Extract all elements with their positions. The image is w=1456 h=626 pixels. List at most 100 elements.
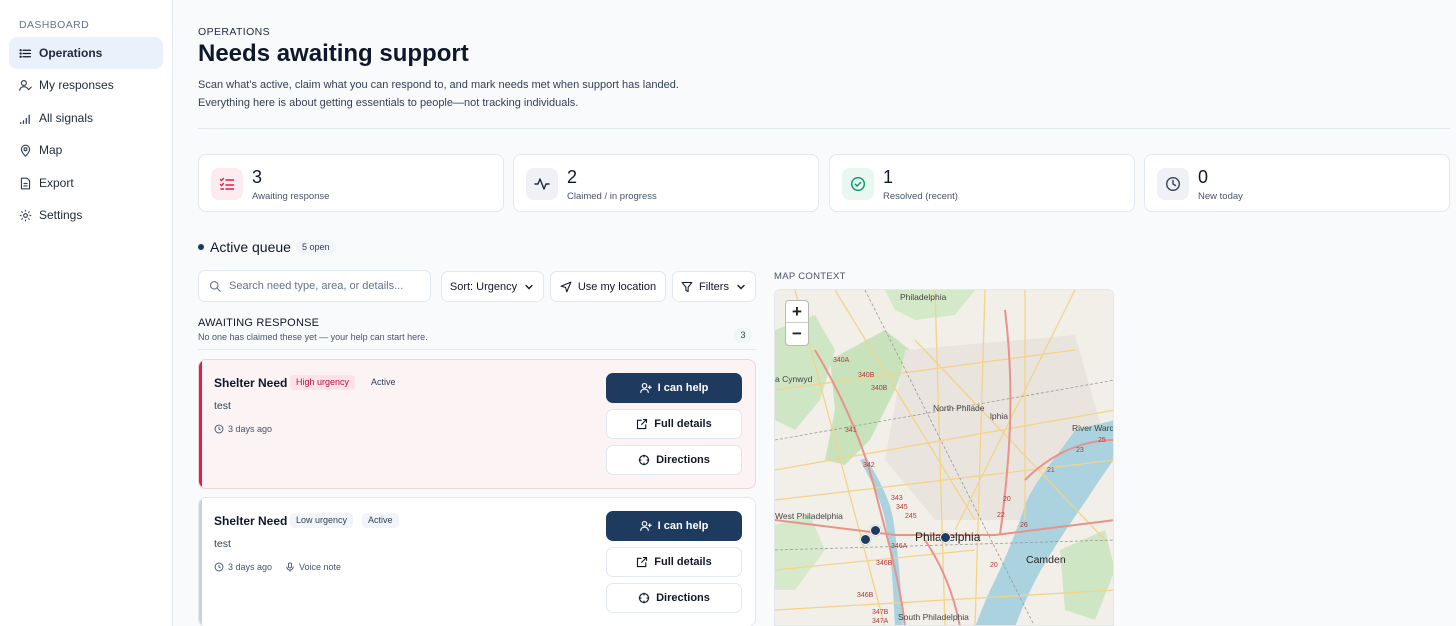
directions-label: Directions <box>656 592 710 604</box>
status-badge: Active <box>362 513 399 528</box>
stat-card-new-today: 0 New today <box>1144 154 1450 212</box>
sidebar-item-label: Export <box>39 176 74 190</box>
map-place-label: a Cynwyd <box>775 374 813 384</box>
need-title: Shelter Need <box>214 514 288 528</box>
map-zoom-control: + − <box>785 300 809 346</box>
section-subtitle: No one has claimed these yet — your help… <box>198 332 428 342</box>
directions-label: Directions <box>656 454 710 466</box>
directions-button[interactable]: Directions <box>606 445 742 475</box>
map-marker[interactable] <box>860 534 871 545</box>
page-subtitle: Scan what's active, claim what you can r… <box>198 76 798 112</box>
i-can-help-label: I can help <box>657 520 709 532</box>
check-circle-icon <box>842 168 874 200</box>
user-plus-icon <box>639 520 652 532</box>
sidebar: DASHBOARD Operations My responses All si… <box>0 0 173 626</box>
search-input[interactable] <box>229 280 419 292</box>
sidebar-item-settings[interactable]: Settings <box>9 199 163 231</box>
route-label: 20 <box>990 562 998 569</box>
activity-icon <box>526 168 558 200</box>
stat-label: Resolved (recent) <box>883 191 958 202</box>
external-link-icon <box>637 556 648 568</box>
urgency-accent-bar <box>199 498 202 626</box>
stat-label: Awaiting response <box>252 191 330 202</box>
i-can-help-label: I can help <box>657 382 709 394</box>
need-description: test <box>214 538 231 550</box>
chevron-down-icon <box>525 284 533 289</box>
sidebar-item-map[interactable]: Map <box>9 134 163 166</box>
map-context-label: MAP CONTEXT <box>774 271 846 282</box>
map-place-label: Philadelphia <box>900 292 947 302</box>
microphone-icon <box>286 562 294 572</box>
filter-icon <box>681 281 693 292</box>
document-icon <box>20 177 31 189</box>
i-can-help-button[interactable]: I can help <box>606 511 742 541</box>
urgency-badge: High urgency <box>290 375 356 390</box>
sidebar-item-label: Operations <box>39 46 103 60</box>
route-label: 245 <box>905 513 917 520</box>
stat-card-awaiting: 3 Awaiting response <box>198 154 504 212</box>
stat-value: 2 <box>567 167 578 187</box>
full-details-label: Full details <box>654 556 712 568</box>
search-icon <box>209 280 221 292</box>
route-label: 345 <box>896 504 908 511</box>
crosshair-icon <box>638 454 650 466</box>
map-place-label: Camden <box>1026 554 1066 566</box>
header-divider <box>198 128 1450 129</box>
i-can-help-button[interactable]: I can help <box>606 373 742 403</box>
section-count-badge: 3 <box>734 328 752 343</box>
route-label: 25 <box>1098 437 1106 444</box>
route-label: 26 <box>1020 522 1028 529</box>
search-box[interactable] <box>198 270 431 302</box>
stat-label: New today <box>1198 191 1243 202</box>
need-card[interactable]: Shelter Need High urgency Active test 3 … <box>198 359 756 489</box>
need-time: 3 days ago <box>214 562 272 572</box>
sidebar-section-label: DASHBOARD <box>19 19 90 31</box>
status-badge: Active <box>371 377 396 387</box>
user-plus-icon <box>639 382 652 394</box>
full-details-button[interactable]: Full details <box>606 547 742 577</box>
voice-note-label: Voice note <box>299 562 342 572</box>
signal-bars-icon <box>19 114 30 124</box>
sidebar-item-operations[interactable]: Operations <box>9 37 163 69</box>
external-link-icon <box>637 418 648 430</box>
map-marker[interactable] <box>870 525 881 536</box>
user-check-icon <box>19 79 32 91</box>
section-title: AWAITING RESPONSE <box>198 317 320 329</box>
zoom-in-button[interactable]: + <box>786 301 808 323</box>
use-my-location-button[interactable]: Use my location <box>550 271 666 302</box>
route-label: 342 <box>863 462 875 469</box>
route-label: 21 <box>1047 467 1055 474</box>
zoom-out-button[interactable]: − <box>786 323 808 345</box>
stat-card-resolved: 1 Resolved (recent) <box>829 154 1135 212</box>
filters-button[interactable]: Filters <box>672 271 756 302</box>
map-place-label: lphia <box>990 411 1008 421</box>
route-label: 346B <box>857 592 874 599</box>
full-details-button[interactable]: Full details <box>606 409 742 439</box>
sidebar-item-my-responses[interactable]: My responses <box>9 69 163 101</box>
queue-count-badge: 5 open <box>296 240 336 255</box>
map-view[interactable]: + − Philadelphia a Cynwyd North Philade … <box>774 289 1114 626</box>
stat-card-claimed: 2 Claimed / in progress <box>513 154 819 212</box>
use-my-location-label: Use my location <box>577 280 657 293</box>
need-card[interactable]: Shelter Need Low urgency Active test 3 d… <box>198 497 756 626</box>
urgency-accent-bar <box>199 360 202 488</box>
sidebar-item-all-signals[interactable]: All signals <box>9 102 163 134</box>
page-subtitle-line: Everything here is about getting essenti… <box>198 97 579 109</box>
map-marker[interactable] <box>940 532 951 543</box>
sort-select[interactable]: Sort: Urgency <box>441 271 544 302</box>
main-content: OPERATIONS Needs awaiting support Scan w… <box>174 0 1456 626</box>
sidebar-item-export[interactable]: Export <box>9 167 163 199</box>
directions-button[interactable]: Directions <box>606 583 742 613</box>
stat-value: 1 <box>883 167 894 187</box>
voice-note-indicator: Voice note <box>285 562 341 572</box>
route-label: 347A <box>872 618 889 625</box>
need-description: test <box>214 400 231 412</box>
gear-icon <box>19 209 32 221</box>
need-time-label: 3 days ago <box>228 562 273 572</box>
clock-icon <box>214 562 224 572</box>
chevron-down-icon <box>737 284 745 289</box>
map-place-label: North Philade <box>933 403 985 413</box>
map-place-label: South Philadelphia <box>898 612 969 622</box>
sidebar-item-label: Map <box>39 143 63 157</box>
filters-label: Filters <box>699 280 729 293</box>
